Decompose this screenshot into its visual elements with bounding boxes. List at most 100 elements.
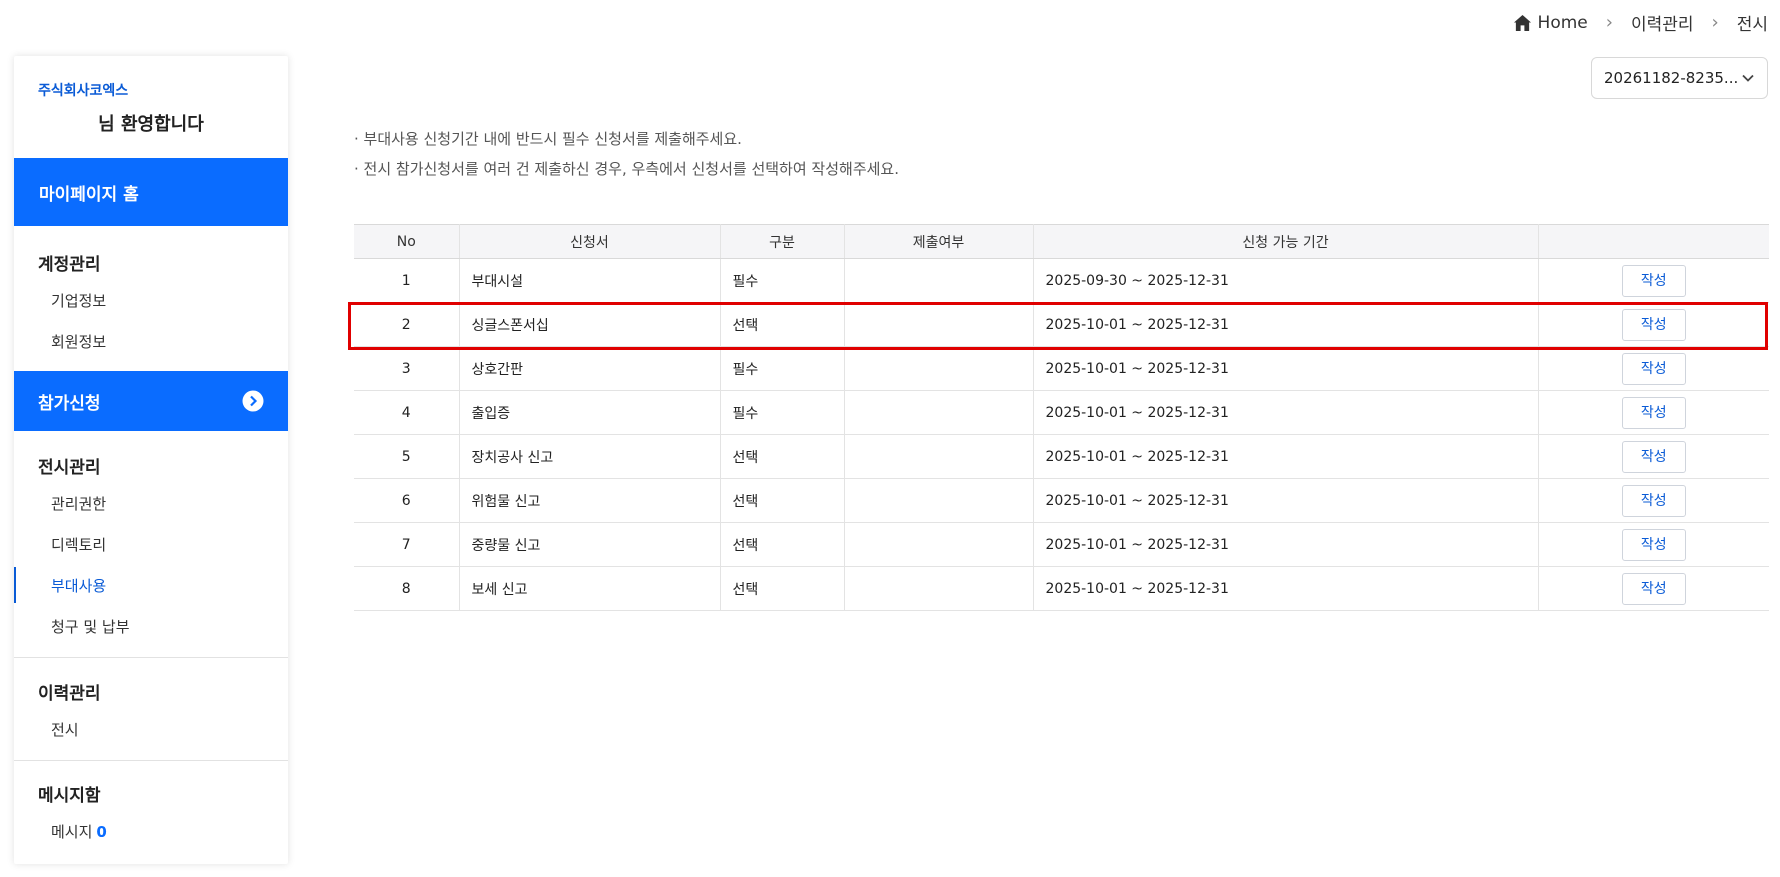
breadcrumb-history[interactable]: 이력관리 — [1631, 10, 1694, 35]
cell-submitted — [844, 434, 1034, 479]
chevron-right-icon: › — [1605, 12, 1613, 33]
cell-submitted — [844, 302, 1034, 347]
section-title-exhibition: 전시관리 — [38, 458, 101, 478]
table-row: 4 출입증 필수 2025-10-01 ~ 2025-12-31 작성 — [354, 390, 1769, 435]
chevron-down-icon — [1742, 74, 1754, 82]
cell-action: 작성 — [1538, 434, 1769, 479]
cell-type: 필수 — [720, 390, 845, 435]
cell-submitted — [844, 258, 1034, 303]
cell-form: 위험물 신고 — [459, 478, 721, 523]
write-button[interactable]: 작성 — [1621, 396, 1686, 429]
col-header-type: 구분 — [720, 224, 845, 259]
col-header-no: No — [354, 224, 460, 259]
messages-label: 메시지 — [51, 823, 93, 841]
divider — [14, 657, 288, 658]
cell-type: 선택 — [720, 566, 845, 611]
write-button[interactable]: 작성 — [1621, 484, 1686, 517]
section-title-message: 메시지함 — [38, 786, 101, 806]
home-icon[interactable] — [1513, 14, 1532, 32]
table-header-row: No 신청서 구분 제출여부 신청 가능 기간 — [354, 224, 1769, 259]
notice-line-2: · 전시 참가신청서를 여러 건 제출하신 경우, 우측에서 신청서를 선택하여… — [354, 160, 899, 178]
cell-form: 부대시설 — [459, 258, 721, 303]
cell-period: 2025-10-01 ~ 2025-12-31 — [1033, 434, 1539, 479]
write-button[interactable]: 작성 — [1621, 572, 1686, 605]
cell-period: 2025-10-01 ~ 2025-12-31 — [1033, 478, 1539, 523]
cell-action: 작성 — [1538, 302, 1769, 347]
cell-form: 상호간판 — [459, 346, 721, 391]
cell-no: 6 — [354, 478, 460, 523]
sidebar-item-facility-use[interactable]: 부대사용 — [51, 575, 106, 596]
arrow-right-circle-icon — [242, 390, 264, 412]
breadcrumb: Home › 이력관리 › 전시 — [1513, 10, 1768, 35]
sidebar-item-history-exhibition[interactable]: 전시 — [51, 719, 79, 740]
sidebar-item-mypage-home[interactable]: 마이페이지 홈 — [14, 158, 288, 226]
sidebar: 주식회사코엑스 님 환영합니다 마이페이지 홈 계정관리 기업정보 회원정보 참… — [14, 56, 288, 864]
application-select-value: 20261182-8235... — [1604, 69, 1739, 87]
cell-type: 선택 — [720, 522, 845, 567]
sidebar-item-member-info[interactable]: 회원정보 — [51, 331, 106, 352]
cell-action: 작성 — [1538, 390, 1769, 435]
cell-action: 작성 — [1538, 566, 1769, 611]
cell-period: 2025-10-01 ~ 2025-12-31 — [1033, 390, 1539, 435]
sidebar-item-messages[interactable]: 메시지 0 — [51, 821, 107, 842]
cell-submitted — [844, 566, 1034, 611]
cell-action: 작성 — [1538, 258, 1769, 303]
col-header-action — [1538, 224, 1769, 259]
table-row: 7 중량물 신고 선택 2025-10-01 ~ 2025-12-31 작성 — [354, 522, 1769, 567]
write-button[interactable]: 작성 — [1621, 264, 1686, 297]
cell-type: 선택 — [720, 478, 845, 523]
cell-period: 2025-10-01 ~ 2025-12-31 — [1033, 522, 1539, 567]
cell-no: 1 — [354, 258, 460, 303]
table-row: 5 장치공사 신고 선택 2025-10-01 ~ 2025-12-31 작성 — [354, 434, 1769, 479]
breadcrumb-exhibition[interactable]: 전시 — [1737, 10, 1768, 35]
sidebar-item-permissions[interactable]: 관리권한 — [51, 493, 106, 514]
cell-action: 작성 — [1538, 522, 1769, 567]
cell-submitted — [844, 478, 1034, 523]
cell-period: 2025-10-01 ~ 2025-12-31 — [1033, 302, 1539, 347]
divider — [14, 760, 288, 761]
write-button[interactable]: 작성 — [1621, 308, 1686, 341]
company-name: 주식회사코엑스 — [38, 83, 129, 99]
cell-no: 3 — [354, 346, 460, 391]
cell-no: 2 — [354, 302, 460, 347]
cell-action: 작성 — [1538, 478, 1769, 523]
sidebar-item-billing[interactable]: 청구 및 납부 — [51, 616, 130, 637]
cell-form: 보세 신고 — [459, 566, 721, 611]
cell-period: 2025-09-30 ~ 2025-12-31 — [1033, 258, 1539, 303]
cell-no: 8 — [354, 566, 460, 611]
cell-submitted — [844, 346, 1034, 391]
col-header-submitted: 제출여부 — [844, 224, 1034, 259]
cell-no: 4 — [354, 390, 460, 435]
notice-line-1: · 부대사용 신청기간 내에 반드시 필수 신청서를 제출해주세요. — [354, 130, 742, 148]
cell-type: 필수 — [720, 346, 845, 391]
section-title-account: 계정관리 — [38, 255, 101, 275]
application-table: No 신청서 구분 제출여부 신청 가능 기간 1 부대시설 필수 2025-0… — [354, 224, 1769, 611]
chevron-right-icon: › — [1711, 12, 1719, 33]
active-indicator — [14, 567, 16, 603]
write-button[interactable]: 작성 — [1621, 440, 1686, 473]
sidebar-item-apply[interactable]: 참가신청 — [14, 371, 288, 431]
breadcrumb-home[interactable]: Home — [1538, 13, 1588, 33]
cell-no: 5 — [354, 434, 460, 479]
cell-form: 중량물 신고 — [459, 522, 721, 567]
table-row: 2 싱글스폰서십 선택 2025-10-01 ~ 2025-12-31 작성 — [354, 302, 1769, 347]
cell-form: 출입증 — [459, 390, 721, 435]
welcome-text: 님 환영합니다 — [98, 114, 204, 135]
sidebar-item-directory[interactable]: 디렉토리 — [51, 534, 106, 555]
message-count-badge: 0 — [96, 823, 107, 841]
cell-action: 작성 — [1538, 346, 1769, 391]
table-row: 8 보세 신고 선택 2025-10-01 ~ 2025-12-31 작성 — [354, 566, 1769, 611]
col-header-form: 신청서 — [459, 224, 721, 259]
cell-period: 2025-10-01 ~ 2025-12-31 — [1033, 566, 1539, 611]
cell-submitted — [844, 522, 1034, 567]
table-row: 6 위험물 신고 선택 2025-10-01 ~ 2025-12-31 작성 — [354, 478, 1769, 523]
cell-type: 필수 — [720, 258, 845, 303]
table-row: 1 부대시설 필수 2025-09-30 ~ 2025-12-31 작성 — [354, 258, 1769, 303]
application-select[interactable]: 20261182-8235... — [1591, 57, 1768, 99]
sidebar-item-company-info[interactable]: 기업정보 — [51, 290, 106, 311]
write-button[interactable]: 작성 — [1621, 352, 1686, 385]
cell-form: 싱글스폰서십 — [459, 302, 721, 347]
cell-no: 7 — [354, 522, 460, 567]
section-title-history: 이력관리 — [38, 684, 101, 704]
write-button[interactable]: 작성 — [1621, 528, 1686, 561]
